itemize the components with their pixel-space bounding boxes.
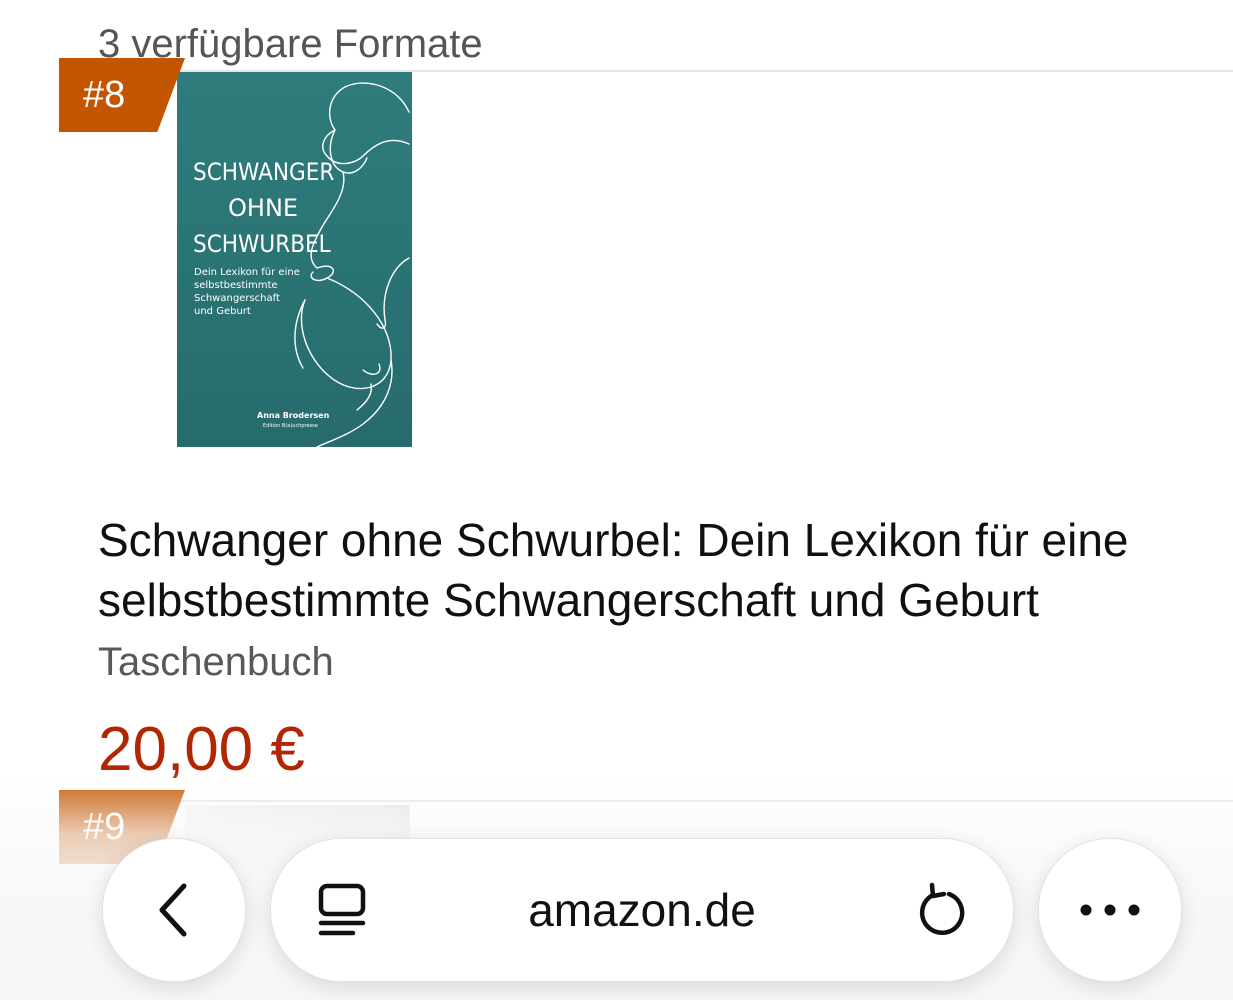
product-title[interactable]: Schwanger ohne Schwurbel: Dein Lexikon f… [98,510,1198,630]
cover-subtitle-line-3: Schwangerschaft [194,293,280,304]
reload-icon[interactable] [917,881,969,937]
cover-title-line-3: SCHWURBEL [193,230,331,258]
more-button[interactable] [1038,838,1182,982]
url-text[interactable]: amazon.de [271,883,1013,937]
cover-author: Anna Brodersen [257,411,330,420]
product-format[interactable]: Taschenbuch [98,640,334,685]
cover-subtitle-line-1: Dein Lexikon für eine [194,267,300,278]
cover-line-art: SCHWANGER OHNE SCHWURBEL Dein Lexikon fü… [193,82,410,447]
address-bar[interactable]: amazon.de [270,838,1014,982]
rank-badge: #8 [59,58,185,132]
chevron-left-icon [159,883,187,937]
cover-title-line-1: SCHWANGER [193,158,334,186]
book-cover-image[interactable]: SCHWANGER OHNE SCHWURBEL Dein Lexikon fü… [177,72,412,447]
cover-publisher: Edition B(a)uchpresse [263,423,318,429]
cover-subtitle-line-2: selbstbestimmte [194,280,278,291]
back-button[interactable] [102,838,246,982]
cover-title-line-2: OHNE [228,194,298,222]
cover-subtitle-line-4: und Geburt [194,306,251,317]
more-dots-icon [1080,904,1140,916]
